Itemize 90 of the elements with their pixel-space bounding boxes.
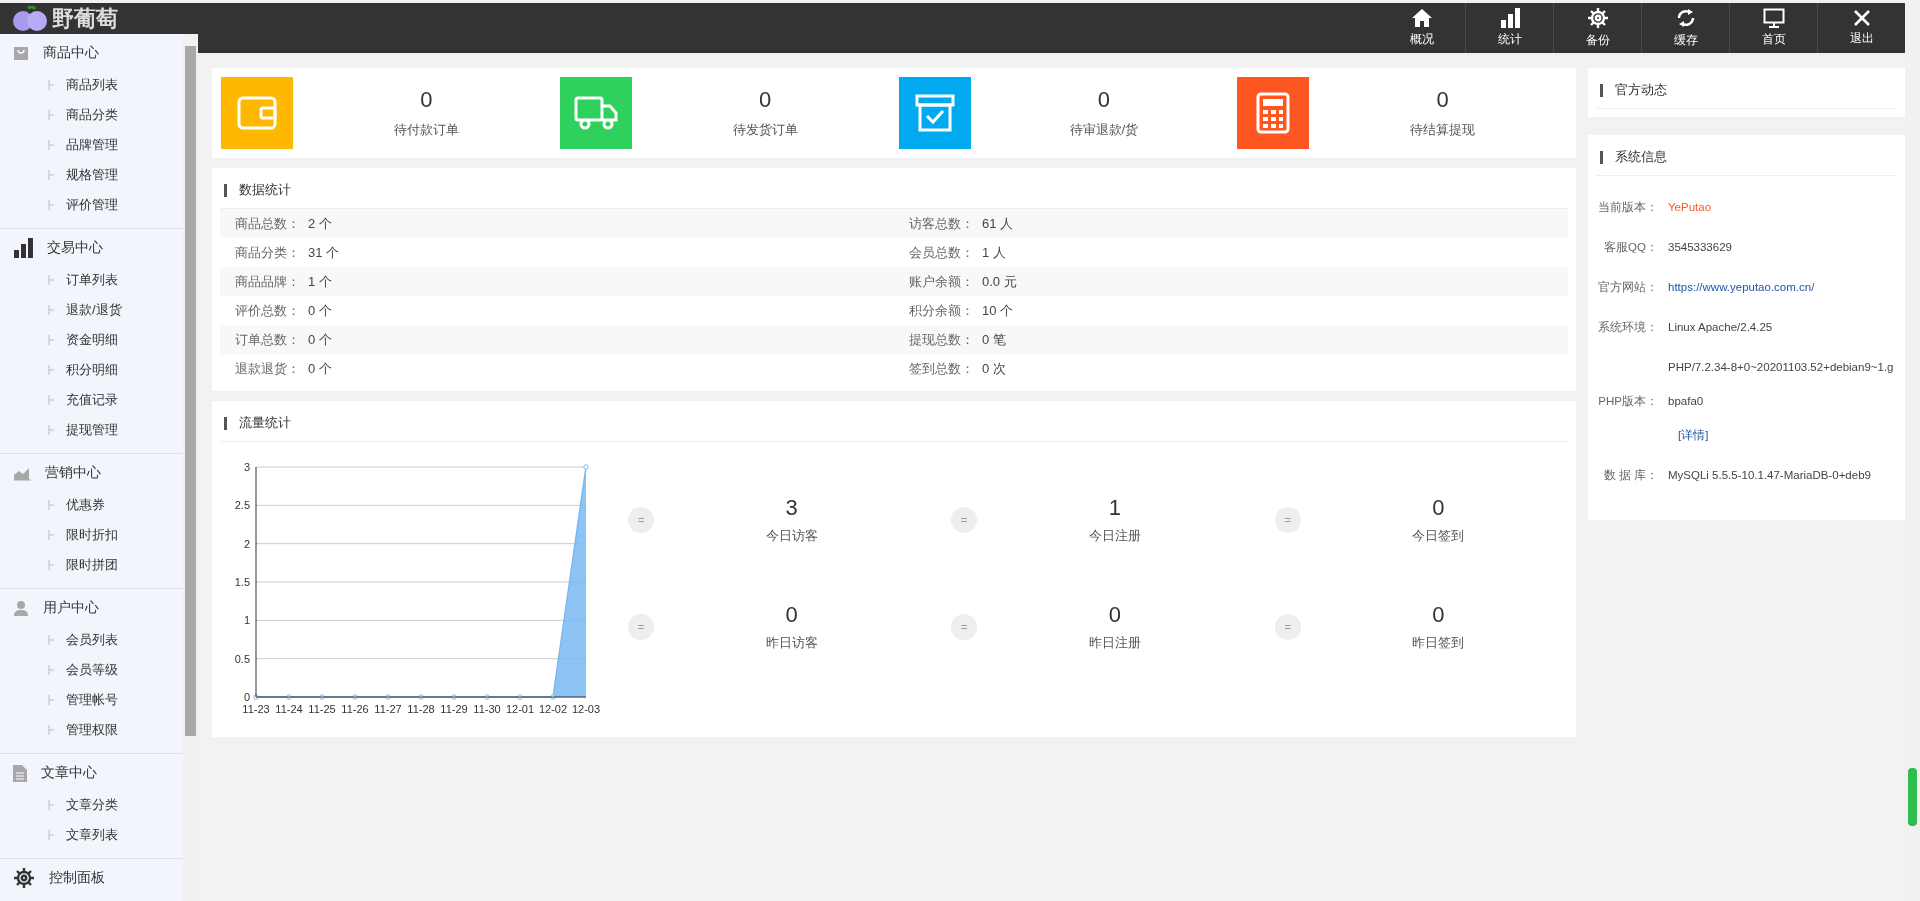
x-tick-label: 11-26 [341,703,369,715]
stat-label: 账户余额： [909,272,974,291]
stat-label: 会员总数： [909,243,974,262]
x-tick-label: 11-23 [242,703,270,715]
stat-label: 商品品牌： [235,272,300,291]
group-title: 营销中心 [45,464,101,482]
stat-label: 订单总数： [235,330,300,349]
x-tick-label: 12-02 [538,703,568,715]
info-label: 数 据 库： [1602,468,1658,483]
count-label: 昨日访客 [765,634,818,653]
info-value: PHP/7.2.34-8+0~20201103.52+debian9~1.gbpafa0 [1668,361,1894,407]
info-value: MySQLi 5.5.5-10.1.47-MariaDB-0+deb9 [1668,469,1871,481]
stat-value: 0 个 [308,301,332,320]
y-tick-label: 2 [243,537,250,550]
x-tick-label: 11-27 [374,703,402,715]
group-title: 交易中心 [47,239,103,257]
stat-label: 签到总数： [909,359,974,378]
equals-badge: = [628,506,654,533]
stat-value: 0 个 [308,359,332,378]
count-label: 待付款订单 [393,121,459,139]
count-label: 今日注册 [1089,526,1141,545]
stat-label: 评价总数： [235,301,300,320]
info-label: 系统环境： [1597,320,1658,335]
x-tick-label: 12-03 [571,703,601,715]
x-tick-label: 11-29 [440,703,468,715]
panel-title: 官方动态 [1615,81,1667,99]
stat-label: 提现总数： [909,330,974,349]
count-label: 今日访客 [765,526,818,545]
stat-label: 积分余额： [909,301,974,320]
stat-value: 10 个 [982,301,1014,320]
equals-badge: = [951,614,978,641]
count-value: 0 [420,87,433,113]
stat-value: 1 个 [308,272,332,291]
stat-label: 退款退货： [235,359,300,378]
logo-text: 野葡萄 [52,4,118,33]
group-title: 商品中心 [43,44,99,62]
group-title: 用户中心 [43,599,99,617]
info-value: Linux Apache/2.4.25 [1668,321,1773,333]
panel-title: 系统信息 [1615,148,1667,166]
stat-value: 61 人 [982,214,1014,233]
equals-badge: = [1274,614,1301,641]
y-tick-label: 0.5 [234,652,250,665]
stat-value: 0 个 [308,330,332,349]
count-label: 待结算提现 [1410,121,1476,139]
x-tick-label: 11-24 [275,703,303,715]
x-tick-label: 11-28 [407,703,435,715]
stat-label: 访客总数： [909,214,974,233]
info-value: 3545333629 [1668,241,1732,253]
y-tick-label: 0 [243,691,250,703]
info-label: 官方网站： [1597,280,1658,295]
version-value: YePutao [1668,201,1712,213]
panel-title: 流量统计 [239,414,291,432]
count-value: 1 [1108,494,1122,521]
stat-value: 2 个 [308,214,332,233]
stat-value: 0 笔 [982,330,1006,349]
info-label: 客服QQ： [1603,240,1658,255]
y-tick-label: 3 [243,461,250,473]
info-label: PHP版本： [1597,394,1658,409]
stat-value: 0 次 [982,359,1006,378]
y-tick-label: 1.5 [234,576,250,588]
count-value: 0 [1097,87,1110,113]
count-label: 待发货订单 [732,121,798,139]
count-value: 0 [759,87,772,113]
count-value: 3 [785,494,798,521]
stat-value: 31 个 [308,243,340,262]
stat-value: 0.0 元 [982,272,1017,291]
stat-label: 商品总数： [235,214,300,233]
count-label: 今日签到 [1412,526,1465,545]
count-value: 0 [1108,602,1122,629]
equals-badge: = [628,614,654,641]
group-title: 控制面板 [49,869,105,887]
stat-value: 1 人 [982,243,1006,262]
count-label: 昨日签到 [1412,634,1465,653]
count-value: 0 [1432,494,1445,521]
count-label: 昨日注册 [1089,634,1141,653]
x-tick-label: 11-30 [473,703,501,715]
equals-badge: = [951,506,978,533]
count-value: 0 [1436,87,1449,113]
x-tick-label: 11-25 [308,703,336,715]
y-tick-label: 1 [243,614,250,627]
info-label: 当前版本： [1597,200,1658,215]
equals-badge: = [1274,506,1301,533]
stat-label: 商品分类： [235,243,300,262]
count-value: 0 [785,602,798,629]
count-label: 待审退款/货 [1069,121,1139,139]
count-value: 0 [1432,602,1445,629]
group-title: 文章中心 [41,764,97,782]
panel-title: 数据统计 [239,181,291,199]
y-tick-label: 2.5 [234,499,250,512]
x-tick-label: 12-01 [505,703,535,715]
